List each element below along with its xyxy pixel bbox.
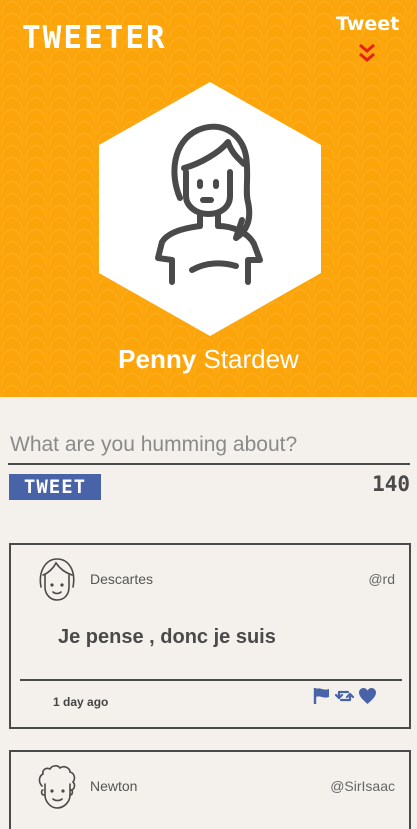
tweet-card: Descartes @rd Je pense , donc je suis 1 … — [9, 543, 411, 729]
profile-last-name: Stardew — [203, 344, 299, 374]
tweet-handle[interactable]: @rd — [368, 571, 395, 587]
app-logo[interactable]: TWEETER — [22, 20, 167, 56]
tweet-card: Newton @SirIsaac — [9, 750, 411, 829]
profile-header: TWEETER Tweet Penny Stardew — [0, 0, 417, 397]
user-avatar — [38, 765, 76, 809]
profile-first-name: Penny — [118, 344, 197, 374]
tweet-timestamp: 1 day ago — [53, 695, 109, 709]
tweet-content: Je pense , donc je suis — [58, 626, 276, 648]
retweet-icon[interactable] — [335, 687, 354, 705]
tweet-divider — [20, 679, 402, 681]
tweet-username[interactable]: Newton — [90, 778, 137, 794]
tweet-handle[interactable]: @SirIsaac — [330, 778, 395, 794]
tweet-username[interactable]: Descartes — [90, 571, 153, 587]
heart-icon[interactable] — [358, 687, 377, 705]
flag-icon[interactable] — [312, 687, 331, 705]
profile-name: Penny Stardew — [0, 344, 417, 375]
tweet-button[interactable]: TWEET — [9, 474, 101, 500]
tweet-nav-link[interactable]: Tweet — [336, 13, 399, 35]
character-counter: 140 — [372, 472, 410, 496]
double-chevron-down-icon[interactable] — [357, 42, 377, 64]
user-avatar — [39, 558, 75, 601]
compose-input[interactable] — [8, 427, 410, 465]
profile-avatar — [155, 123, 263, 285]
tweet-actions — [312, 686, 382, 706]
